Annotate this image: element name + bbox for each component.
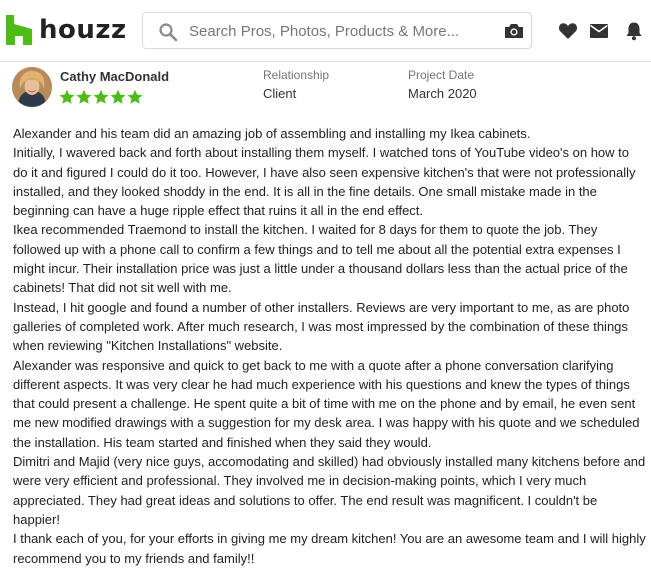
camera-icon[interactable]: [504, 22, 524, 40]
review-paragraph: Alexander and his team did an amazing jo…: [13, 126, 531, 141]
search-icon: [159, 23, 178, 42]
mail-icon[interactable]: [589, 21, 609, 41]
project-date-label: Project Date: [408, 68, 475, 82]
avatar[interactable]: [12, 67, 52, 107]
star-icon: [110, 89, 126, 104]
houzz-wordmark: houzz: [39, 15, 127, 45]
review-paragraph: I thank each of you, for your efforts in…: [13, 531, 646, 566]
star-rating: [59, 89, 143, 105]
search-input[interactable]: [189, 19, 489, 43]
star-icon: [127, 89, 143, 104]
review-paragraph: Alexander was responsive and quick to ge…: [13, 357, 640, 450]
bell-icon[interactable]: [624, 21, 644, 41]
top-header: houzz: [0, 0, 651, 62]
review-paragraph: Ikea recommended Traemond to install the…: [13, 222, 628, 296]
review-body: Alexander and his team did an amazing jo…: [13, 124, 647, 568]
houzz-logo-mark-icon: [6, 15, 32, 45]
search-bar[interactable]: [142, 12, 532, 49]
review-card: Cathy MacDonald Relationship Client Proj…: [0, 62, 651, 578]
star-icon: [76, 89, 92, 104]
star-icon: [93, 89, 109, 104]
reviewer-name[interactable]: Cathy MacDonald: [60, 69, 169, 84]
relationship-label: Relationship: [263, 68, 330, 82]
star-icon: [59, 89, 75, 104]
relationship-value: Client: [263, 86, 297, 101]
project-date-value: March 2020: [408, 86, 477, 101]
review-paragraph: Initially, I wavered back and forth abou…: [13, 145, 636, 219]
heart-icon[interactable]: [558, 21, 578, 41]
reviewer-photo: [12, 67, 52, 107]
review-paragraph: Instead, I hit google and found a number…: [13, 299, 630, 354]
review-paragraph: Dimitri and Majid (very nice guys, accom…: [13, 454, 646, 527]
houzz-logo[interactable]: houzz: [6, 15, 127, 45]
